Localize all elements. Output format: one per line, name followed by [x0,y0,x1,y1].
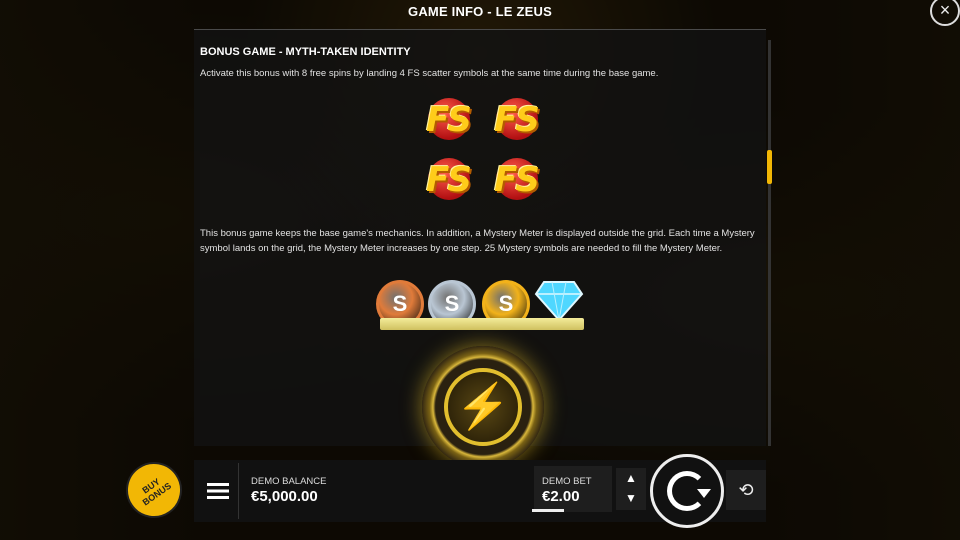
fs-scatter-grid: FS FS FS FS [418,94,548,214]
bet-stepper[interactable]: ▲ ▼ [616,468,646,510]
fs-scatter-icon: FS [426,158,472,200]
mystery-meter: S S S ⚡ [370,278,590,468]
info-content: BONUS GAME - MYTH-TAKEN IDENTITY Activat… [200,46,766,81]
spin-arrow-icon [697,489,711,498]
hamburger-icon [207,483,229,499]
fs-scatter-icon: FS [494,158,540,200]
bet-down-icon[interactable]: ▼ [616,488,646,508]
lightning-bolt-icon: ⚡ [444,368,522,446]
mechanics-content: This bonus game keeps the base game's me… [200,226,766,256]
balance-value: €5,000.00 [251,488,318,505]
scrollbar-track[interactable] [768,40,771,446]
mechanics-text: This bonus game keeps the base game's me… [200,228,755,254]
fs-scatter-icon: FS [494,98,540,140]
bet-indicator [532,509,564,512]
bet-value: €2.00 [542,488,580,505]
section-intro: Activate this bonus with 8 free spins by… [200,68,659,79]
meter-shelf [380,318,584,330]
diamond-icon [534,281,584,322]
bet-up-icon[interactable]: ▲ [616,468,646,488]
fs-scatter-icon: FS [426,98,472,140]
menu-button[interactable] [198,463,239,519]
section-heading: BONUS GAME - MYTH-TAKEN IDENTITY [200,46,411,58]
page-title: GAME INFO - LE ZEUS [408,4,552,19]
balance-label: DEMO BALANCE [251,476,327,487]
autoplay-button[interactable]: ⟲ [726,470,766,510]
bet-label: DEMO BET [542,476,592,487]
scrollbar-thumb[interactable] [767,150,772,184]
meter-bolt-medallion: ⚡ [422,346,544,468]
spin-button[interactable] [650,454,724,528]
